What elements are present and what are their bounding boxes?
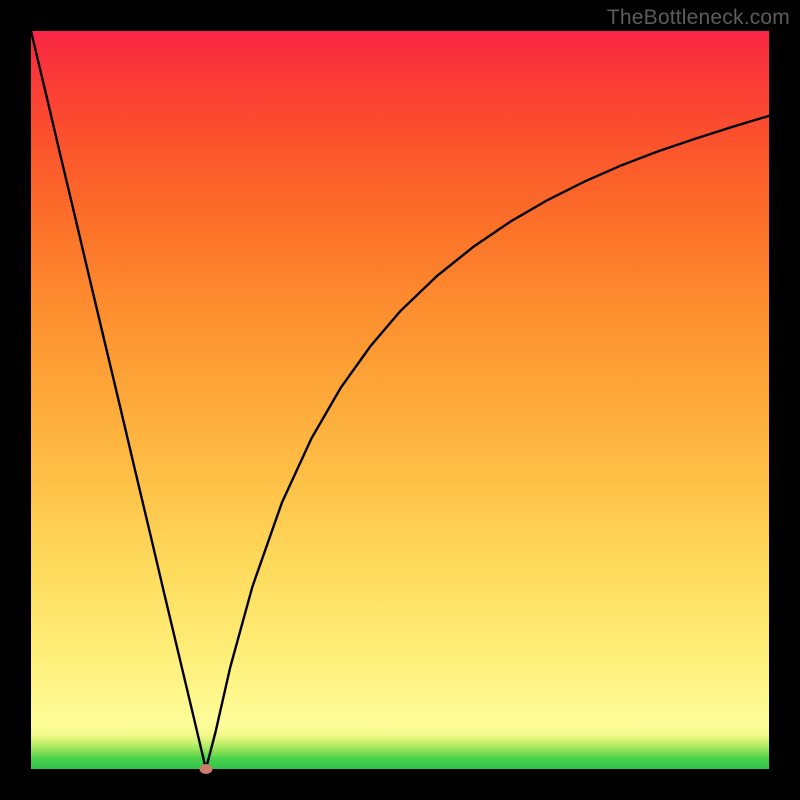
optimum-marker (199, 764, 212, 774)
chart-frame: TheBottleneck.com (0, 0, 800, 800)
watermark-text: TheBottleneck.com (607, 6, 790, 30)
bottleneck-curve (31, 31, 769, 769)
plot-area (31, 31, 769, 769)
